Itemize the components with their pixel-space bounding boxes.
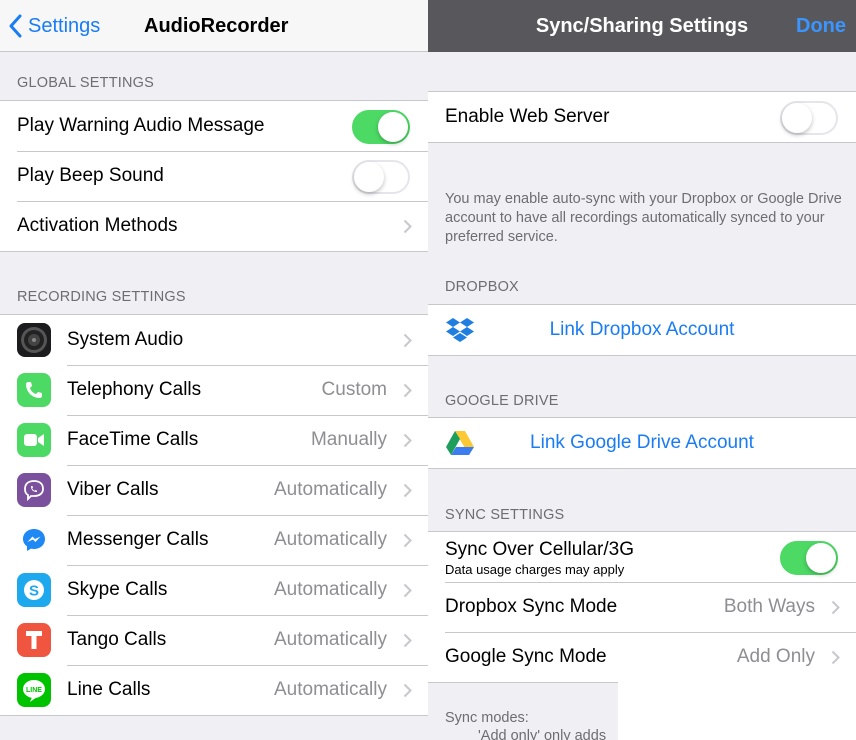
dropbox-header: DROPBOX [445,279,519,295]
sync-sharing-settings-pane: Sync/Sharing Settings Done Enable Web Se… [428,0,856,740]
back-button[interactable]: Settings [8,0,100,52]
enable-web-server-toggle[interactable] [780,101,838,135]
chevron-right-icon [831,600,840,615]
chevron-right-icon [403,219,412,234]
link-google-drive-button[interactable]: Link Google Drive Account [428,432,856,454]
viber-calls-row[interactable]: Viber Calls Automatically [0,465,428,515]
play-beep-sound-row: Play Beep Sound [0,151,428,201]
line-calls-label: Line Calls [67,679,151,700]
chevron-right-icon [403,483,412,498]
sync-over-cellular-row: Sync Over Cellular/3G Data usage charges… [428,532,856,582]
tango-calls-row[interactable]: Tango Calls Automatically [0,615,428,665]
auto-sync-note: You may enable auto-sync with your Dropb… [445,191,842,245]
play-warning-audio-toggle[interactable] [352,110,410,144]
global-settings-header: GLOBAL SETTINGS [17,75,155,91]
google-sync-mode-value: Add Only [736,646,815,667]
viber-calls-value: Automatically [274,479,387,500]
svg-text:LINE: LINE [26,687,42,694]
chevron-left-icon [9,14,22,38]
skype-calls-value: Automatically [274,579,387,600]
link-dropbox-button[interactable]: Link Dropbox Account [428,319,856,341]
messenger-calls-row[interactable]: Messenger Calls Automatically [0,515,428,565]
dropbox-group: Link Dropbox Account [428,304,856,356]
google-sync-mode-label: Google Sync Mode [445,646,607,667]
left-navigation-bar: Settings AudioRecorder [0,0,428,52]
chevron-right-icon [831,650,840,665]
telephony-calls-value: Custom [321,379,387,400]
activation-methods-label: Activation Methods [17,215,178,236]
sync-over-cellular-label: Sync Over Cellular/3G [445,539,635,560]
chevron-right-icon [403,533,412,548]
toggle-knob [782,103,812,133]
play-beep-sound-label: Play Beep Sound [17,165,164,186]
facetime-calls-label: FaceTime Calls [67,429,199,450]
skype-icon: S [17,573,51,607]
skype-calls-row[interactable]: S Skype Calls Automatically [0,565,428,615]
line-icon: LINE [17,673,51,707]
speaker-icon [17,323,51,357]
chevron-right-icon [403,433,412,448]
chevron-right-icon [403,633,412,648]
page-title: AudioRecorder [144,15,289,37]
tango-calls-label: Tango Calls [67,629,167,650]
dropbox-sync-mode-label: Dropbox Sync Mode [445,596,618,617]
link-google-drive-row[interactable]: Link Google Drive Account [428,418,856,468]
toggle-knob [378,112,408,142]
play-warning-audio-label: Play Warning Audio Message [17,115,265,136]
enable-web-server-label: Enable Web Server [445,106,610,127]
link-dropbox-row[interactable]: Link Dropbox Account [428,305,856,355]
system-audio-label: System Audio [67,329,184,350]
sync-settings-header: SYNC SETTINGS [445,507,565,523]
telephony-calls-row[interactable]: Telephony Calls Custom [0,365,428,415]
toggle-knob [806,543,836,573]
page-title: Sync/Sharing Settings [535,15,749,37]
recording-settings-header: RECORDING SETTINGS [17,289,186,305]
toggle-knob [354,162,384,192]
sync-over-cellular-sublabel: Data usage charges may apply [445,562,625,577]
recording-settings-group: System Audio Telephony Calls Custom Face… [0,314,428,716]
messenger-calls-label: Messenger Calls [67,529,209,550]
sync-settings-group: Sync Over Cellular/3G Data usage charges… [428,531,856,683]
web-server-group: Enable Web Server [428,91,856,143]
system-audio-row[interactable]: System Audio [0,315,428,365]
dropbox-sync-mode-row[interactable]: Dropbox Sync Mode Both Ways [428,582,856,632]
watermark-overlay [618,668,856,740]
facetime-calls-row[interactable]: FaceTime Calls Manually [0,415,428,465]
skype-calls-label: Skype Calls [67,579,168,600]
dropbox-sync-mode-value: Both Ways [723,596,815,617]
back-label: Settings [28,15,101,37]
play-beep-sound-toggle[interactable] [352,160,410,194]
phone-icon [17,373,51,407]
messenger-icon [17,523,51,557]
viber-calls-label: Viber Calls [67,479,159,500]
activation-methods-row[interactable]: Activation Methods [0,201,428,251]
facetime-icon [17,423,51,457]
play-warning-audio-row: Play Warning Audio Message [0,101,428,151]
enable-web-server-row: Enable Web Server [428,92,856,142]
google-drive-group: Link Google Drive Account [428,417,856,469]
audiorecorder-settings-pane: Settings AudioRecorder GLOBAL SETTINGS P… [0,0,428,740]
tango-calls-value: Automatically [274,629,387,650]
messenger-calls-value: Automatically [274,529,387,550]
google-drive-header: GOOGLE DRIVE [445,393,559,409]
line-calls-value: Automatically [274,679,387,700]
sync-over-cellular-toggle[interactable] [780,541,838,575]
done-button[interactable]: Done [796,0,846,52]
line-calls-row[interactable]: LINE Line Calls Automatically [0,665,428,715]
global-settings-group: Play Warning Audio Message Play Beep Sou… [0,100,428,252]
chevron-right-icon [403,683,412,698]
svg-text:S: S [29,583,39,600]
viber-icon [17,473,51,507]
chevron-right-icon [403,583,412,598]
facetime-calls-value: Manually [310,429,387,450]
chevron-right-icon [403,383,412,398]
right-navigation-bar: Sync/Sharing Settings Done [428,0,856,52]
tango-icon [17,623,51,657]
chevron-right-icon [403,333,412,348]
telephony-calls-label: Telephony Calls [67,379,202,400]
